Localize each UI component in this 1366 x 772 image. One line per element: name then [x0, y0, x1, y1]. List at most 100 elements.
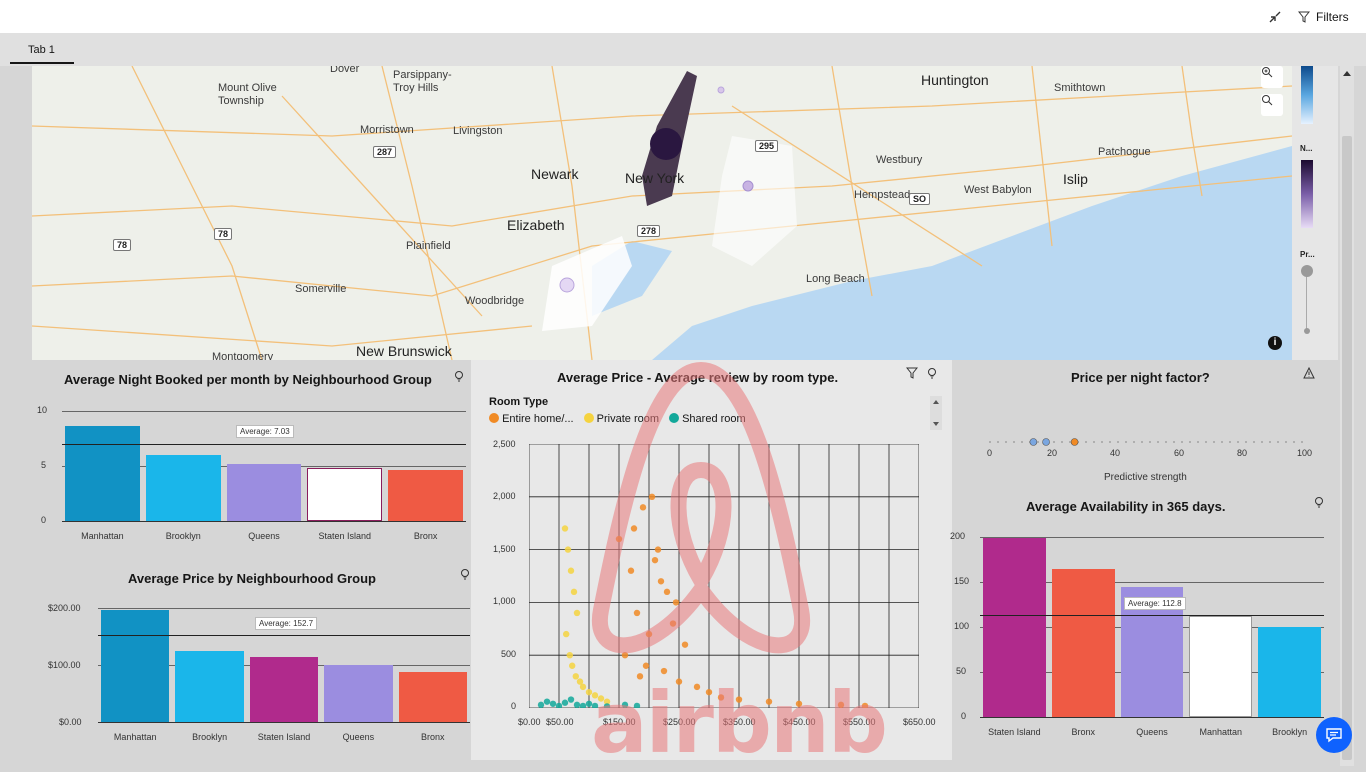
y-tick: 0	[41, 515, 47, 525]
map-widget[interactable]: Dover Parsippany- Troy Hills Mount Olive…	[32, 66, 1292, 360]
map-label: Smithtown	[1054, 82, 1106, 94]
filters-label: Filters	[1316, 10, 1349, 24]
x-tick-label: Brooklyn	[165, 531, 201, 541]
factor-strip	[989, 438, 1306, 446]
map-label: Parsippany- Troy Hills	[393, 69, 452, 94]
x-axis	[62, 521, 466, 522]
legend-label: N...	[1300, 144, 1313, 153]
highway-shield: SO	[909, 193, 931, 205]
scatter-point[interactable]	[563, 630, 570, 638]
y-tick: 200	[950, 531, 966, 541]
x-tick-label: Bronx	[413, 531, 438, 541]
x-tick-label: Queens	[342, 732, 375, 742]
x-tick-label: Staten Island	[318, 531, 372, 541]
highway-shield: 78	[113, 239, 132, 251]
chat-button[interactable]	[1316, 717, 1352, 753]
bar[interactable]	[983, 537, 1046, 717]
scatter-point[interactable]	[537, 701, 545, 708]
scatter-point[interactable]	[579, 683, 587, 691]
scatter-point[interactable]	[569, 662, 576, 669]
scatter-point[interactable]	[566, 652, 573, 659]
legend-scroll[interactable]	[930, 396, 942, 430]
y-tick: 0	[961, 711, 967, 721]
legend-item[interactable]: Entire home/...	[489, 413, 574, 425]
zoom-in-button[interactable]	[1261, 66, 1283, 88]
bar[interactable]	[145, 455, 221, 521]
scrollbar-thumb[interactable]	[1342, 136, 1352, 760]
x-tick-label: Bronx	[1071, 727, 1095, 737]
scatter-point[interactable]	[573, 701, 581, 708]
scatter-point[interactable]	[573, 609, 581, 617]
bar[interactable]	[249, 657, 319, 722]
y-tick: 100	[954, 621, 970, 631]
x-tick-label: Manhattan	[113, 732, 157, 742]
map-legend: N... Pr...	[1292, 66, 1338, 360]
collapse-icon[interactable]	[1266, 8, 1284, 26]
y-tick: 0	[511, 701, 517, 711]
tab-label: Tab 1	[28, 44, 55, 56]
average-label: Average: 152.7	[255, 617, 318, 630]
bar[interactable]	[175, 651, 244, 722]
highway-shield: 287	[373, 146, 397, 158]
search-button[interactable]	[1261, 94, 1283, 116]
bar[interactable]	[226, 463, 302, 521]
x-tick: 100	[1297, 448, 1313, 458]
scatter-point[interactable]	[567, 696, 575, 703]
color-scale-blue	[1301, 66, 1313, 124]
scatter-point[interactable]	[561, 525, 569, 532]
scatter-point[interactable]	[549, 700, 557, 707]
highway-shield: 295	[755, 140, 779, 152]
factor-point[interactable]	[1042, 438, 1050, 446]
map-label: Patchogue	[1098, 146, 1151, 158]
average-label: Average: 112.8	[1124, 597, 1186, 610]
x-tick: 80	[1237, 448, 1248, 458]
page-scrollbar[interactable]	[1340, 66, 1354, 766]
map-label: Montgomery	[212, 351, 274, 360]
lightbulb-icon[interactable]	[453, 370, 465, 382]
scatter-point[interactable]	[555, 702, 563, 708]
scatter-point[interactable]	[570, 588, 578, 596]
legend-swatch	[489, 413, 499, 423]
scatter-point[interactable]	[564, 546, 572, 553]
map-svg	[32, 66, 1292, 360]
bar[interactable]	[388, 470, 463, 521]
lightbulb-icon[interactable]	[926, 367, 938, 379]
bar[interactable]	[307, 468, 383, 521]
color-scale-purple	[1301, 160, 1313, 228]
scroll-up-icon[interactable]	[1343, 70, 1351, 76]
bronx-marker	[717, 86, 725, 94]
map-label: Westbury	[876, 154, 923, 166]
bar[interactable]	[324, 665, 393, 722]
filters-button[interactable]: Filters	[1298, 8, 1349, 26]
warning-icon[interactable]	[1303, 367, 1315, 379]
highway-shield: 278	[637, 225, 661, 237]
filter-icon[interactable]	[906, 367, 918, 379]
factor-point[interactable]	[1070, 438, 1079, 446]
map-label: Hempstead	[854, 189, 911, 201]
bar[interactable]	[1051, 568, 1115, 717]
y-tick: 150	[954, 576, 970, 586]
bar[interactable]	[1189, 616, 1253, 717]
search-icon	[1262, 95, 1273, 106]
lightbulb-icon[interactable]	[459, 568, 471, 580]
scatter-point[interactable]	[579, 702, 587, 708]
bar[interactable]	[398, 671, 467, 722]
scatter-point[interactable]	[572, 673, 579, 680]
map-label: Mount Olive Township	[218, 82, 277, 107]
info-icon[interactable]: i	[1268, 336, 1282, 350]
scatter-point[interactable]	[561, 699, 569, 706]
night-chart-title: Average Night Booked per month by Neighb…	[64, 372, 432, 387]
scatter-point[interactable]	[543, 698, 551, 705]
bar[interactable]	[1258, 627, 1321, 717]
bar[interactable]	[65, 426, 140, 521]
size-scale-line	[1306, 272, 1307, 332]
bar[interactable]	[101, 609, 170, 722]
y-tick: $100.00	[48, 660, 81, 670]
tab-1[interactable]: Tab 1	[10, 33, 74, 64]
size-scale-large	[1301, 265, 1313, 277]
price-chart-title: Average Price by Neighbourhood Group	[128, 571, 376, 586]
factor-point[interactable]	[1029, 438, 1038, 446]
scatter-point[interactable]	[567, 567, 575, 574]
lightbulb-icon[interactable]	[1313, 496, 1325, 508]
legend-title: Room Type	[489, 396, 549, 408]
